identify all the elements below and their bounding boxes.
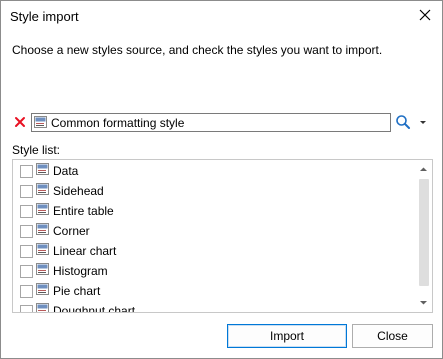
style-icon — [36, 163, 49, 175]
list-item[interactable]: Pie chart — [13, 280, 413, 300]
instructions-text: Choose a new styles source, and check th… — [12, 43, 383, 57]
checkbox[interactable] — [20, 165, 33, 178]
style-icon — [36, 183, 49, 195]
chevron-down-icon[interactable] — [418, 114, 428, 130]
source-selector: Common formatting style — [12, 113, 433, 132]
style-icon — [36, 263, 49, 275]
checkbox[interactable] — [20, 285, 33, 298]
list-item-label: Sidehead — [53, 184, 104, 198]
style-icon — [36, 303, 49, 312]
style-import-dialog: Style import Choose a new styles source,… — [0, 0, 443, 359]
list-item[interactable]: Sidehead — [13, 180, 413, 200]
close-button[interactable]: Close — [352, 324, 433, 348]
list-item[interactable]: Linear chart — [13, 240, 413, 260]
list-item-label: Doughnut chart — [53, 304, 136, 313]
checkbox[interactable] — [20, 265, 33, 278]
vertical-scrollbar[interactable] — [415, 160, 432, 312]
checkbox[interactable] — [20, 245, 33, 258]
list-item[interactable]: Histogram — [13, 260, 413, 280]
list-item[interactable]: Corner — [13, 220, 413, 240]
style-icon — [34, 116, 47, 128]
style-list[interactable]: Data Sidehead Entire table Corner Linear cha… — [12, 159, 433, 313]
list-item-label: Data — [53, 164, 79, 178]
title-bar: Style import — [1, 1, 442, 32]
import-button[interactable]: Import — [227, 324, 347, 348]
checkbox[interactable] — [20, 185, 33, 198]
style-icon — [36, 243, 49, 255]
checkbox[interactable] — [20, 205, 33, 218]
list-item-label: Linear chart — [53, 244, 117, 258]
dialog-title: Style import — [10, 9, 79, 24]
source-field[interactable]: Common formatting style — [31, 113, 391, 132]
checkbox[interactable] — [20, 225, 33, 238]
scroll-down-icon[interactable] — [418, 297, 429, 308]
close-icon[interactable] — [417, 7, 433, 23]
checkbox[interactable] — [20, 305, 33, 312]
list-item-label: Histogram — [53, 264, 108, 278]
search-icon[interactable] — [395, 114, 411, 130]
list-item-label: Pie chart — [53, 284, 101, 298]
style-icon — [36, 203, 49, 215]
source-value: Common formatting style — [51, 116, 185, 130]
style-list-label: Style list: — [12, 143, 61, 157]
red-x-icon[interactable] — [13, 115, 27, 129]
list-item[interactable]: Doughnut chart — [13, 300, 413, 313]
list-item-label: Corner — [53, 224, 90, 238]
scrollbar-thumb[interactable] — [419, 179, 429, 286]
list-item-label: Entire table — [53, 204, 114, 218]
style-icon — [36, 223, 49, 235]
style-icon — [36, 283, 49, 295]
list-item[interactable]: Data — [13, 160, 413, 180]
list-item[interactable]: Entire table — [13, 200, 413, 220]
scroll-up-icon[interactable] — [418, 164, 429, 175]
